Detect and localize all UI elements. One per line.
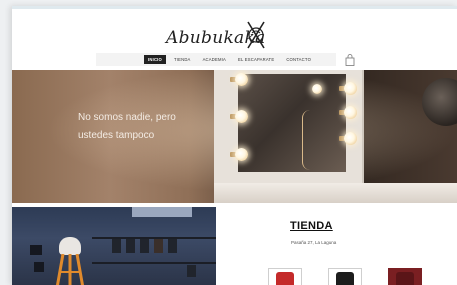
nav-item-academia[interactable]: ACADEMIA bbox=[199, 55, 230, 64]
easel-stand bbox=[56, 254, 84, 285]
nav-item-contacto[interactable]: CONTACTO bbox=[282, 55, 315, 64]
hat-display bbox=[59, 237, 81, 255]
top-divider bbox=[12, 6, 457, 9]
product-card[interactable] bbox=[328, 268, 362, 285]
product-card[interactable] bbox=[268, 268, 302, 285]
nav-item-inicio[interactable]: INICIO bbox=[144, 55, 166, 64]
vanity-mirror-glass bbox=[238, 74, 346, 172]
hanging-shirt bbox=[126, 239, 135, 253]
logo-mark-icon bbox=[247, 21, 265, 49]
light-bulb bbox=[312, 84, 322, 94]
product-tshirt bbox=[276, 272, 294, 285]
clothing-rack bbox=[92, 262, 216, 264]
site-logo[interactable]: Abubukaka bbox=[162, 18, 272, 54]
light-bulb bbox=[235, 148, 248, 161]
light-bulb bbox=[235, 73, 248, 86]
nav-item-el-escaparate[interactable]: EL ESCAPARATE bbox=[234, 55, 278, 64]
hanging-shirt bbox=[112, 239, 121, 253]
product-card[interactable] bbox=[388, 268, 422, 285]
nav-item-tienda[interactable]: TIENDA bbox=[170, 55, 195, 64]
shop-photo[interactable] bbox=[12, 207, 216, 285]
hanging-shirt bbox=[168, 239, 177, 253]
shopping-bag-icon[interactable] bbox=[345, 54, 355, 66]
hero-banner: No somos nadie, pero ustedes tampoco bbox=[12, 70, 457, 203]
light-bulb bbox=[235, 110, 248, 123]
ceiling-light bbox=[132, 207, 192, 217]
hanging-shirt bbox=[187, 265, 196, 277]
product-tshirt bbox=[336, 272, 354, 285]
hero-tagline: No somos nadie, pero ustedes tampoco bbox=[78, 112, 176, 141]
light-bulb bbox=[344, 106, 357, 119]
page: Abubukaka INICIO TIENDA ACADEMIA EL ESCA… bbox=[12, 6, 457, 285]
main-nav: INICIO TIENDA ACADEMIA EL ESCAPARATE CON… bbox=[96, 53, 336, 66]
wall-frame bbox=[34, 262, 44, 272]
light-bulb bbox=[344, 132, 357, 145]
hanging-shirt bbox=[140, 239, 149, 253]
mirror-cable bbox=[302, 110, 323, 170]
shop-address: Pasaña 27, La Laguna bbox=[291, 240, 337, 245]
shop-title[interactable]: TIENDA bbox=[290, 220, 333, 232]
vanity-counter bbox=[214, 183, 457, 203]
light-bulb bbox=[344, 82, 357, 95]
wall-frame bbox=[30, 245, 42, 255]
product-tshirt bbox=[396, 272, 414, 285]
hanging-shirt bbox=[154, 239, 163, 253]
